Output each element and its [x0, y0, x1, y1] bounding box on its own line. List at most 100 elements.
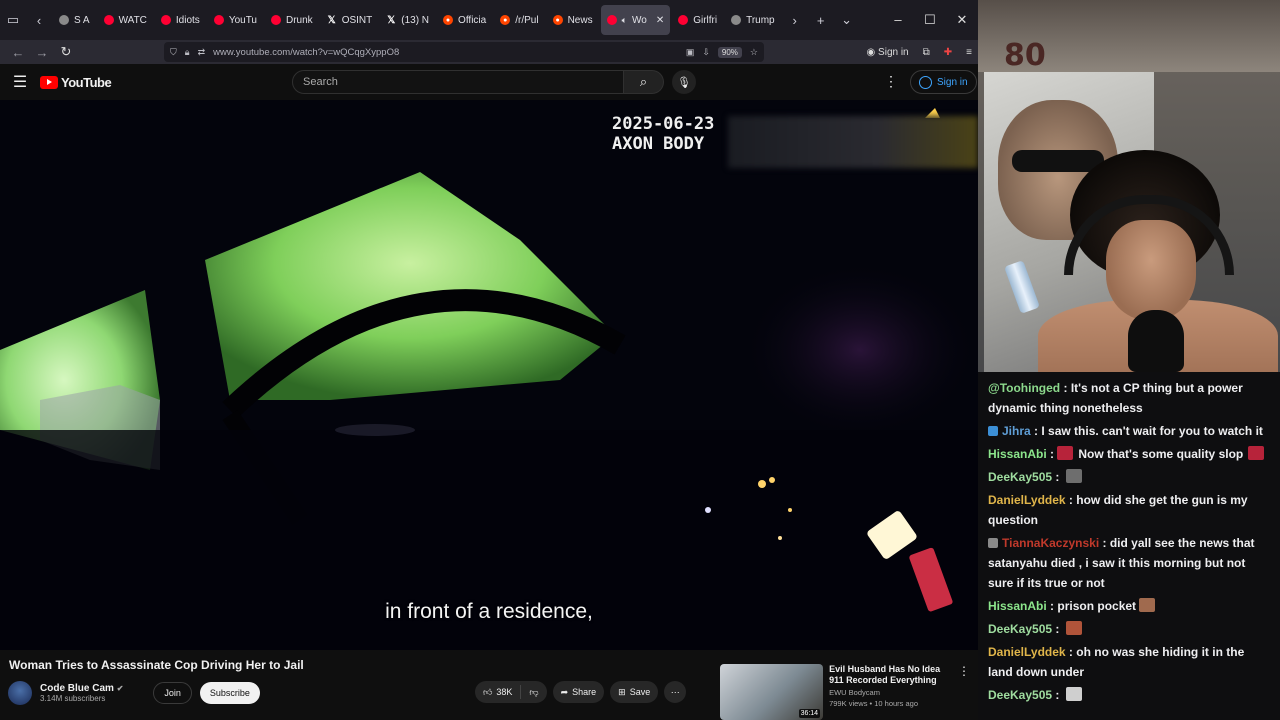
bookmark-star-icon[interactable]: ☆	[750, 47, 758, 58]
share-button[interactable]: ➦ Share	[552, 681, 605, 703]
scroll-tabs-right-icon[interactable]: ›	[782, 0, 808, 40]
voice-search-button[interactable]: 🎙︎	[672, 70, 696, 94]
browser-menu-icon[interactable]: ≡	[966, 47, 972, 58]
webcam-shelf-number: 80	[1004, 38, 1046, 73]
browser-tab-label: Drunk	[286, 14, 313, 26]
channel-avatar[interactable]	[8, 681, 32, 705]
chat-badge-icon	[988, 538, 998, 548]
chat-separator: :	[1065, 493, 1077, 507]
extensions-icon[interactable]: ⧉	[923, 47, 930, 58]
recommended-menu-icon[interactable]: ⋮	[958, 664, 970, 720]
chat-username[interactable]: DeeKay505	[988, 622, 1052, 636]
save-page-icon[interactable]: ⇩	[702, 47, 710, 58]
back-icon[interactable]: ←	[6, 45, 30, 60]
chat-separator: :	[1052, 622, 1063, 636]
chat-message: TiannaKaczynski : did yall see the news …	[988, 533, 1272, 593]
chat-message: Jihra : I saw this. can't wait for you t…	[988, 421, 1272, 441]
tab-dropdown-icon[interactable]: ⌄	[834, 0, 860, 40]
youtube-logo-text: YouTube	[61, 74, 112, 90]
thumbs-down-icon[interactable]: 👎︎	[529, 687, 538, 698]
recommended-video[interactable]: 36:14 Evil Husband Has No Idea 911 Recor…	[720, 664, 970, 720]
youtube-favicon-icon	[213, 15, 224, 25]
browser-tab[interactable]: Idiots	[155, 5, 206, 35]
forward-icon[interactable]: →	[30, 45, 54, 60]
browser-tab[interactable]: Drunk	[265, 5, 319, 35]
chat-username[interactable]: Jihra	[1002, 424, 1031, 438]
permissions-icon[interactable]: ⇄	[198, 47, 206, 58]
browser-tab[interactable]: Trump	[725, 5, 781, 35]
chat-username[interactable]: DeeKay505	[988, 470, 1052, 484]
close-window-icon[interactable]: ✕	[946, 12, 978, 28]
channel-name[interactable]: Code Blue Cam ✔	[40, 683, 123, 694]
browser-tab[interactable]: YouTu	[208, 5, 263, 35]
recommended-duration: 36:14	[798, 709, 821, 718]
browser-tab[interactable]: 🔈︎ Wo ✕	[600, 5, 671, 35]
lock-icon[interactable]: 🔒︎	[185, 47, 190, 58]
browser-tab[interactable]: S A	[53, 5, 96, 35]
guide-menu-icon[interactable]: ☰	[0, 72, 40, 92]
reddit-favicon-icon: ●	[500, 15, 511, 25]
chat-username[interactable]: DanielLyddek	[988, 645, 1066, 659]
search-icon: ⌕	[639, 74, 648, 89]
browser-tab[interactable]: WATC	[98, 5, 153, 35]
verified-icon: ✔	[116, 684, 124, 693]
chat-username[interactable]: DeeKay505	[988, 688, 1052, 702]
zoom-level[interactable]: 90%	[717, 46, 742, 58]
chat-emote-icon	[1065, 621, 1082, 635]
video-player[interactable]: 2025-06-23 AXON BODY in front of a resid…	[0, 100, 978, 650]
new-tab-icon[interactable]: +	[808, 0, 834, 40]
save-label: Save	[629, 687, 651, 697]
video-frame	[0, 100, 978, 650]
youtube-logo[interactable]: YouTube	[40, 74, 112, 90]
chat-username[interactable]: HissanAbi	[988, 599, 1047, 613]
recommended-channel[interactable]: EWU Bodycam	[829, 688, 952, 697]
close-tab-icon[interactable]: ✕	[656, 15, 664, 26]
search-button[interactable]: ⌕	[624, 70, 664, 94]
tab-list-icon[interactable]: ▭	[0, 0, 26, 40]
browser-tab-label: OSINT	[341, 14, 373, 26]
more-actions-icon[interactable]: ⋯	[664, 681, 687, 703]
browser-sign-in[interactable]: ◉ Sign in	[867, 47, 909, 58]
browser-tab[interactable]: Girlfri	[672, 5, 723, 35]
chat-username[interactable]: HissanAbi	[988, 447, 1047, 461]
settings-kebab-icon[interactable]: ⋮	[884, 73, 898, 90]
addon-icon[interactable]: ✚	[944, 47, 952, 58]
like-dislike-button[interactable]: 👍︎ 38K 👎︎	[475, 681, 547, 703]
url-text[interactable]: www.youtube.com/watch?v=wQCqgXyppO8	[213, 47, 678, 58]
chat-text: Now that's some quality slop	[1078, 447, 1244, 461]
browser-tab[interactable]: ● Officia	[437, 5, 492, 35]
thumbs-up-icon[interactable]: 👍︎	[483, 687, 492, 698]
chat-username[interactable]: DanielLyddek	[988, 493, 1066, 507]
browser-tab[interactable]: ● /r/Pul	[494, 5, 544, 35]
tab-audio-icon[interactable]: 🔈︎	[622, 15, 627, 26]
recommended-info: Evil Husband Has No Idea 911 Recorded Ev…	[829, 664, 952, 720]
search-input[interactable]: Search	[292, 70, 624, 94]
chat-message: DeeKay505 :	[988, 685, 1272, 705]
chat-username[interactable]: TiannaKaczynski	[1002, 536, 1099, 550]
subscribe-button[interactable]: Subscribe	[199, 682, 260, 704]
shield-icon[interactable]: ⛉	[170, 47, 177, 58]
youtube-header: ☰ YouTube Search ⌕ 🎙︎ ⋮ Sign in	[0, 64, 978, 100]
reload-icon[interactable]: ↻	[54, 44, 78, 60]
browser-tab[interactable]: ● News	[547, 5, 599, 35]
minimize-icon[interactable]: –	[882, 12, 914, 28]
save-button[interactable]: ⊞ Save	[610, 681, 659, 703]
address-bar[interactable]: ⛉ 🔒︎ ⇄ www.youtube.com/watch?v=wQCqgXypp…	[164, 42, 764, 62]
browser-tab[interactable]: 𝕏 (13) N	[380, 5, 435, 35]
poster-glasses	[1012, 150, 1104, 172]
youtube-sign-in-button[interactable]: Sign in	[910, 70, 977, 94]
recommended-thumbnail[interactable]: 36:14	[720, 664, 824, 720]
recommended-title[interactable]: Evil Husband Has No Idea 911 Recorded Ev…	[829, 664, 952, 686]
window-controls: – ☐ ✕	[882, 12, 978, 28]
browser-tab[interactable]: 𝕏 OSINT	[321, 5, 379, 35]
chat-emote-icon	[1248, 446, 1265, 460]
scroll-tabs-left-icon[interactable]: ‹	[26, 0, 52, 40]
maximize-icon[interactable]: ☐	[914, 12, 946, 28]
youtube-play-icon	[40, 75, 58, 89]
picture-in-picture-icon[interactable]: ▣	[686, 47, 695, 58]
join-button[interactable]: Join	[153, 682, 192, 704]
channel-info: Code Blue Cam ✔ 3.14M subscribers	[40, 683, 123, 703]
youtube-sign-in-label: Sign in	[937, 76, 968, 88]
chat-username[interactable]: @Toohinged	[988, 381, 1060, 395]
chat-badge-icon	[988, 426, 998, 436]
